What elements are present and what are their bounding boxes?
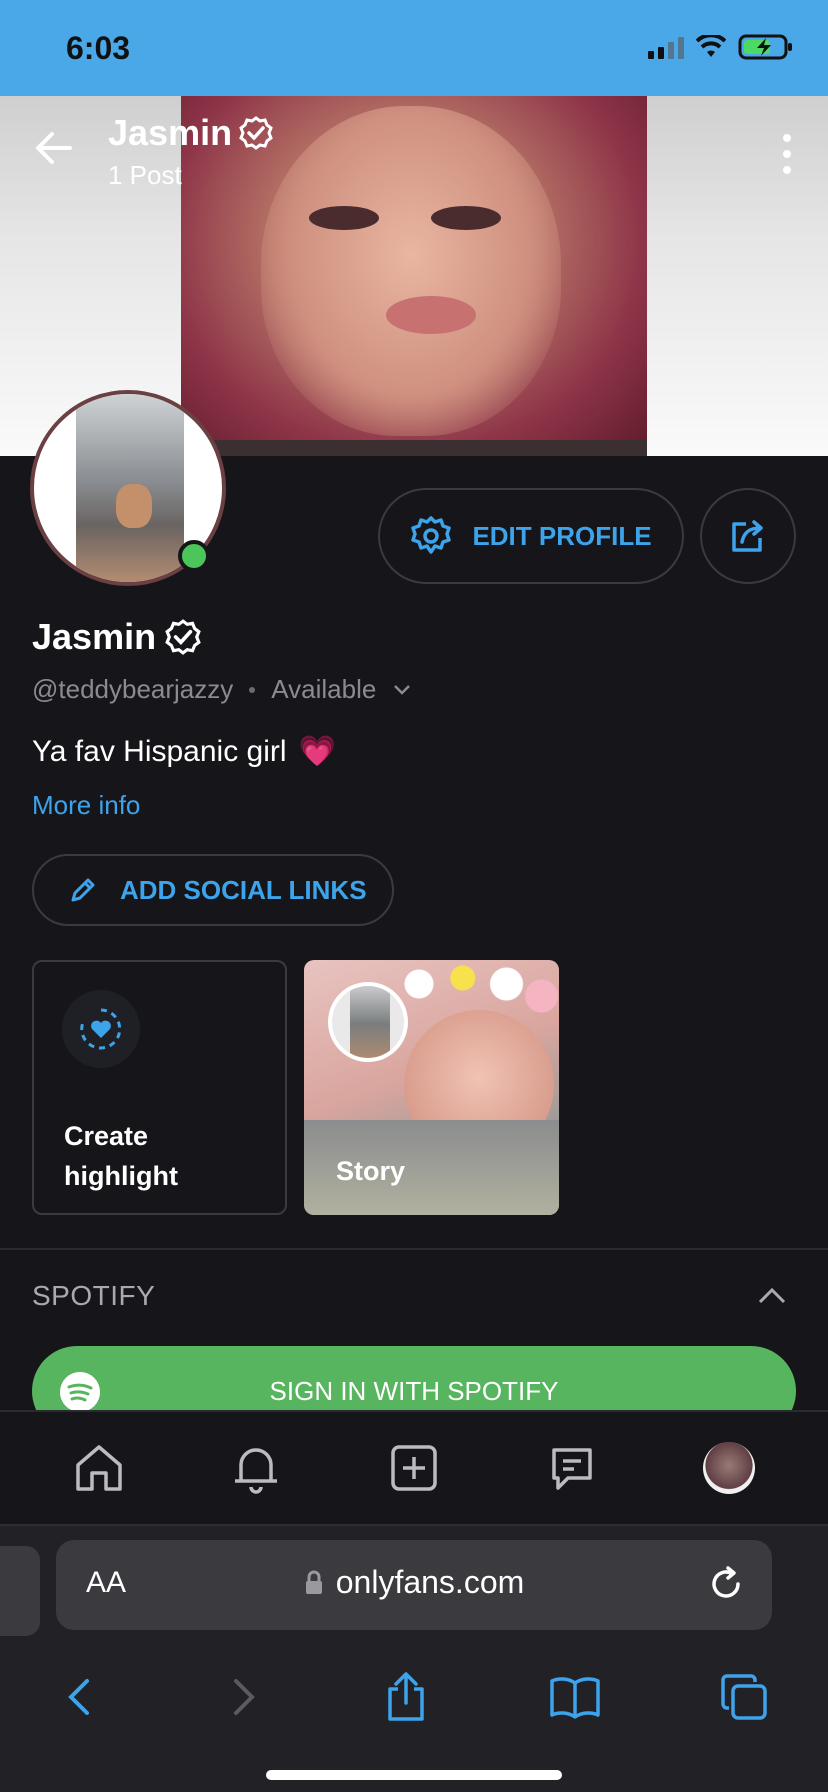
home-indicator [266,1770,562,1780]
status-time: 6:03 [66,30,131,66]
wifi-icon [696,35,726,57]
more-info-link[interactable]: More info [32,790,140,821]
handle-row: @teddybearjazzy Available [32,674,412,705]
previous-tab-peek[interactable] [0,1546,40,1636]
spotify-section-title: SPOTIFY [32,1280,156,1311]
reload-icon[interactable] [706,1564,746,1604]
create-highlight-label: Create highlight [64,1121,178,1191]
verified-badge-icon [165,619,201,655]
url-text: onlyfans.com [335,1564,525,1600]
spotify-icon [60,1372,100,1412]
bio: Ya fav Hispanic girl 💗 [32,734,336,769]
browser-toolbar: AA onlyfans.com [0,1524,828,1792]
spotify-sign-in-label: SIGN IN WITH SPOTIFY [269,1375,559,1406]
story-avatar [328,982,408,1062]
add-social-links-button[interactable]: ADD SOCIAL LINKS [32,854,394,926]
message-icon [551,1448,592,1490]
bell-icon [235,1448,278,1494]
gear-icon [411,516,452,554]
add-post-icon [391,1445,437,1491]
share-icon [732,520,763,552]
browser-nav [0,1652,828,1742]
share-icon[interactable] [382,1671,430,1723]
profile-name: Jasmin [32,616,202,658]
online-status-dot [178,540,210,572]
tab-messages[interactable] [542,1438,602,1498]
profile-name-text: Jasmin [32,616,157,657]
section-divider [0,1248,828,1250]
story-card[interactable]: Story [304,960,559,1215]
tab-notifications[interactable] [226,1438,286,1498]
status-bar: 6:03 [0,0,828,96]
status-icons [648,34,794,60]
home-icon [76,1445,122,1491]
profile-avatar-icon [703,1442,756,1494]
bookmarks-icon[interactable] [548,1675,602,1719]
back-arrow-icon[interactable] [34,128,74,168]
verified-badge-icon [239,116,273,150]
heart-emoji: 💗 [298,735,336,768]
battery-charging-icon [738,34,792,60]
pencil-icon [71,878,95,902]
chevron-down-icon[interactable] [392,683,412,697]
bio-text: Ya fav Hispanic girl [32,734,287,768]
tab-home[interactable] [69,1438,129,1498]
forward-icon[interactable] [220,1675,264,1719]
lock-icon [305,1570,322,1594]
add-social-links-label: ADD SOCIAL LINKS [120,874,367,905]
tab-profile[interactable] [699,1438,759,1498]
edit-profile-button[interactable]: EDIT PROFILE [378,488,684,584]
story-label: Story [336,1156,406,1186]
share-button[interactable] [700,488,796,584]
edit-profile-label: EDIT PROFILE [472,520,652,551]
app-tab-bar [0,1410,828,1524]
availability-status[interactable]: Available [271,674,376,705]
username-handle: @teddybearjazzy [32,674,234,704]
tabs-icon[interactable] [719,1672,769,1722]
post-count: 1 Post [108,160,182,190]
url-display: onlyfans.com [56,1564,772,1601]
more-options-icon[interactable] [780,134,794,174]
signal-icon [648,35,684,59]
tab-new-post[interactable] [384,1438,444,1498]
header-name: Jasmin [108,112,233,153]
chevron-up-icon[interactable] [756,1284,788,1308]
header-title: Jasmin [108,112,274,154]
create-highlight-card[interactable]: Create highlight [32,960,287,1215]
separator-dot [249,686,256,693]
back-icon[interactable] [59,1675,103,1719]
address-bar[interactable]: AA onlyfans.com [56,1540,772,1630]
highlight-heart-icon [62,990,140,1068]
